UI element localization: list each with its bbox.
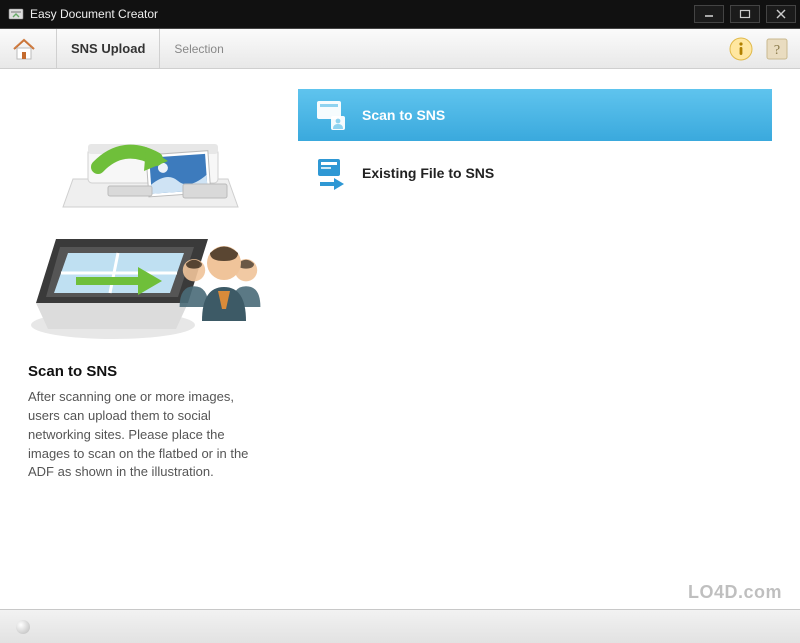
status-indicator-icon <box>16 620 30 634</box>
maximize-button[interactable] <box>730 5 760 23</box>
info-button[interactable] <box>728 36 754 62</box>
help-button[interactable]: ? <box>764 36 790 62</box>
scan-to-sns-icon <box>314 98 348 132</box>
left-pane: Scan to SNS After scanning one or more i… <box>28 89 268 589</box>
close-icon <box>775 9 787 19</box>
home-icon <box>10 35 38 63</box>
window-body: SNS Upload Selection ? <box>0 28 800 643</box>
minimize-icon <box>703 10 715 18</box>
option-label: Scan to SNS <box>362 107 445 123</box>
titlebar: Easy Document Creator <box>0 0 800 28</box>
maximize-icon <box>739 9 751 19</box>
left-pane-description: After scanning one or more images, users… <box>28 388 268 482</box>
minimize-button[interactable] <box>694 5 724 23</box>
svg-text:?: ? <box>774 43 780 58</box>
existing-file-icon <box>314 156 348 190</box>
window-controls <box>694 5 796 23</box>
option-scan-to-sns[interactable]: Scan to SNS <box>298 89 772 141</box>
close-button[interactable] <box>766 5 796 23</box>
app-icon <box>8 6 24 22</box>
option-label: Existing File to SNS <box>362 165 494 181</box>
right-pane: Scan to SNS Existing File to SNS <box>298 89 772 589</box>
app-window: Easy Document Creator <box>0 0 800 643</box>
left-pane-title: Scan to SNS <box>28 363 268 380</box>
option-existing-file-to-sns[interactable]: Existing File to SNS <box>298 147 772 199</box>
content-area: Scan to SNS After scanning one or more i… <box>0 69 800 609</box>
breadcrumb-primary[interactable]: SNS Upload <box>56 29 160 68</box>
breadcrumb-secondary: Selection <box>160 42 223 56</box>
illustration <box>28 89 268 349</box>
help-icon: ? <box>764 36 790 62</box>
toolbar: SNS Upload Selection ? <box>0 29 800 69</box>
window-title: Easy Document Creator <box>30 7 694 21</box>
home-button[interactable] <box>10 35 38 63</box>
status-bar <box>0 609 800 643</box>
info-icon <box>728 36 754 62</box>
